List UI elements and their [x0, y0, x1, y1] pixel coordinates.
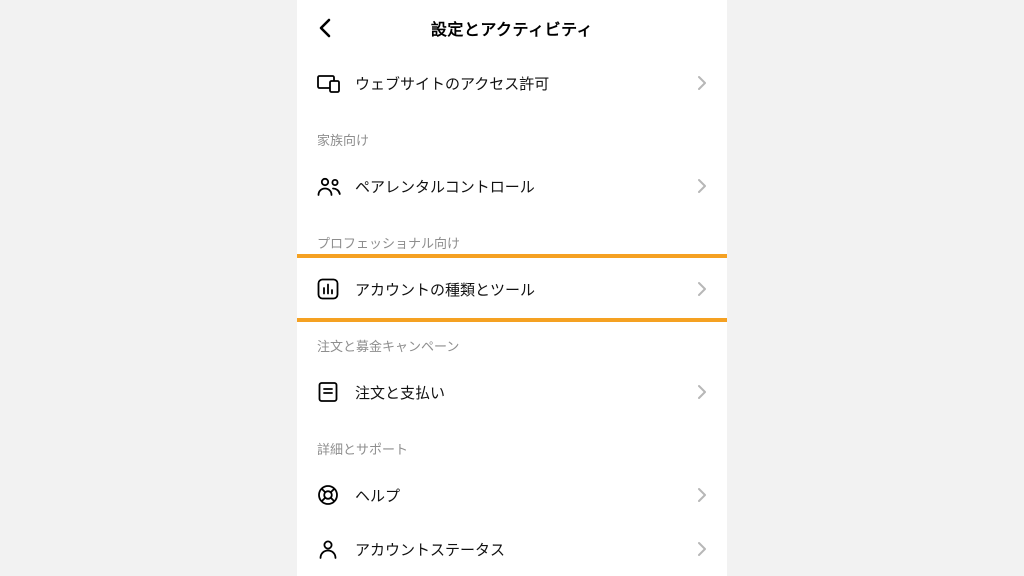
row-account-types-tools[interactable]: アカウントの種類とツール — [297, 262, 727, 316]
settings-screen: 設定とアクティビティ ウェブサイトのアクセス許可 家族向け ペアレンタルコントロ… — [297, 0, 727, 576]
chevron-left-icon — [318, 18, 332, 38]
row-label: ヘルプ — [355, 485, 698, 506]
section-details-support: 詳細とサポート — [297, 419, 727, 468]
chevron-right-icon — [698, 281, 707, 297]
section-family: 家族向け — [297, 110, 727, 159]
page-title: 設定とアクティビティ — [431, 16, 593, 40]
row-account-status[interactable]: アカウントステータス — [297, 522, 727, 576]
section-professionals: プロフェッショナル向け — [297, 213, 727, 262]
devices-icon — [317, 71, 345, 95]
row-website-permissions[interactable]: ウェブサイトのアクセス許可 — [297, 56, 727, 110]
row-orders-payments[interactable]: 注文と支払い — [297, 365, 727, 419]
people-icon — [317, 174, 345, 198]
back-button[interactable] — [311, 14, 339, 42]
chevron-right-icon — [698, 75, 707, 91]
chevron-right-icon — [698, 487, 707, 503]
row-help[interactable]: ヘルプ — [297, 468, 727, 522]
chevron-right-icon — [698, 384, 707, 400]
chevron-right-icon — [698, 178, 707, 194]
header-bar: 設定とアクティビティ — [297, 0, 727, 56]
row-label: 注文と支払い — [355, 382, 698, 403]
receipt-icon — [317, 380, 345, 404]
person-icon — [317, 537, 345, 561]
row-parental-controls[interactable]: ペアレンタルコントロール — [297, 159, 727, 213]
lifebuoy-icon — [317, 483, 345, 507]
section-orders-fundraising: 注文と募金キャンペーン — [297, 316, 727, 365]
row-label: ペアレンタルコントロール — [355, 176, 698, 197]
row-label: アカウントの種類とツール — [355, 279, 698, 300]
row-label: アカウントステータス — [355, 539, 698, 560]
row-label: ウェブサイトのアクセス許可 — [355, 73, 698, 94]
chevron-right-icon — [698, 541, 707, 557]
chart-box-icon — [317, 277, 345, 301]
